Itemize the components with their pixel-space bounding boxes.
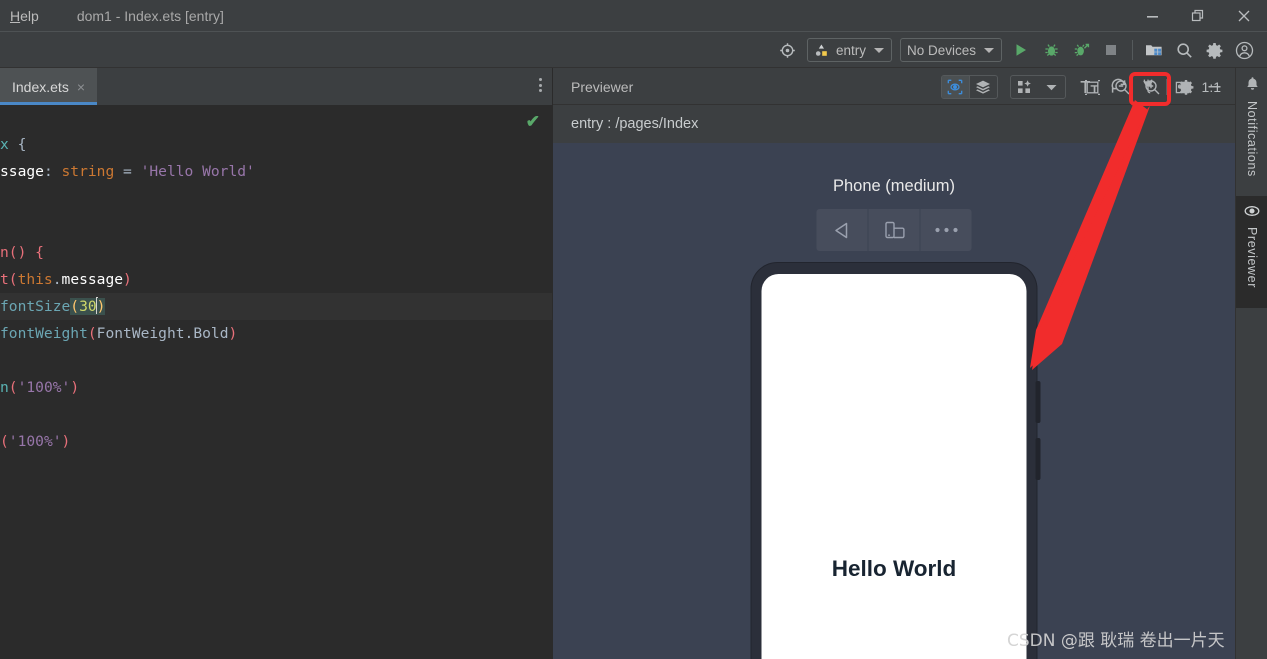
code-line: n() { xyxy=(0,244,44,261)
watermark-text: CSDN @跟 耿瑞 卷出一片天 xyxy=(1007,631,1225,651)
code-line: ('100%') xyxy=(0,433,71,450)
code-line: fontWeight(FontWeight.Bold) xyxy=(0,325,238,342)
sidebar-item-previewer[interactable]: Previewer xyxy=(1236,196,1267,308)
toolbar-divider xyxy=(1132,40,1133,60)
device-controls xyxy=(816,209,972,251)
sidebar-item-notifications[interactable]: Notifications xyxy=(1236,68,1267,196)
editor-tab-bar: Index.ets × xyxy=(0,68,552,105)
component-inspect-icon[interactable] xyxy=(941,76,969,98)
device-screen[interactable]: Hello World xyxy=(761,274,1027,659)
preview-canvas: Phone (medium) Hello World xyxy=(553,143,1235,659)
menu-bar: Help xyxy=(0,0,49,32)
restore-icon[interactable] xyxy=(1175,0,1221,32)
device-frame: Hello World xyxy=(751,263,1041,659)
rotate-device-icon[interactable] xyxy=(868,209,920,251)
eye-icon xyxy=(1244,204,1260,222)
minimize-icon[interactable] xyxy=(1129,0,1175,32)
zoom-out-icon[interactable] xyxy=(1108,74,1138,100)
preview-hello-text: Hello World xyxy=(831,556,957,581)
preview-path-label: entry : /pages/Index xyxy=(571,116,699,132)
window-title: dom1 - Index.ets [entry] xyxy=(76,8,224,24)
previewer-title: Previewer xyxy=(571,78,634,95)
chevron-down-icon xyxy=(984,47,994,53)
grid-layout-group xyxy=(1009,75,1066,99)
run-button[interactable] xyxy=(1006,36,1036,64)
tab-label: Index.ets xyxy=(12,78,69,95)
device-label: Phone (medium) xyxy=(833,177,955,195)
attach-debugger-button[interactable] xyxy=(1066,36,1096,64)
fit-to-frame-icon[interactable] xyxy=(1078,74,1108,100)
inspect-mode-group xyxy=(940,75,998,99)
zoom-in-icon[interactable] xyxy=(1138,74,1168,100)
run-config-label: entry xyxy=(835,42,866,58)
editor-pane: Index.ets × ✔ x { ssage: string = 'Hello… xyxy=(0,68,552,659)
device-side-button xyxy=(1035,381,1041,423)
actual-size-icon[interactable] xyxy=(1168,74,1198,100)
grid-layout-icon[interactable] xyxy=(1011,76,1038,98)
run-configuration-selector[interactable]: entry xyxy=(806,38,892,62)
previewer-subbar: entry : /pages/Index xyxy=(553,105,1235,143)
code-editor[interactable]: ✔ x { ssage: string = 'Hello World' n() … xyxy=(0,105,552,659)
sidebar-item-label: Previewer xyxy=(1245,227,1259,288)
gear-icon[interactable] xyxy=(1199,36,1229,64)
grid-dropdown-caret[interactable] xyxy=(1038,76,1065,98)
right-tool-sidebar: Notifications Previewer xyxy=(1235,68,1267,659)
debug-button[interactable] xyxy=(1036,36,1066,64)
device-selector[interactable]: No Devices xyxy=(899,38,1002,62)
back-button[interactable] xyxy=(816,209,868,251)
device-selector-label: No Devices xyxy=(906,42,976,58)
search-icon[interactable] xyxy=(1169,36,1199,64)
tab-index-ets[interactable]: Index.ets × xyxy=(0,68,98,105)
module-icon xyxy=(815,44,827,56)
code-line: n('100%') xyxy=(0,379,80,396)
code-line: t(this.message) xyxy=(0,271,132,288)
stop-button[interactable] xyxy=(1096,36,1126,64)
zoom-ratio-label: 1:1 xyxy=(1201,79,1221,95)
chevron-down-icon xyxy=(873,47,884,53)
code-line-current: fontSize(30) xyxy=(0,293,552,320)
title-bar: Help dom1 - Index.ets [entry] xyxy=(0,0,1267,32)
target-icon[interactable] xyxy=(773,36,803,64)
code-line: ssage: string = 'Hello World' xyxy=(0,163,255,180)
previewer-view-controls: 1:1 xyxy=(940,68,1221,106)
previewer-panel: Previewer entry: /pages/Index 1:1 Phone… xyxy=(553,68,1235,659)
close-icon[interactable]: × xyxy=(77,80,85,94)
bell-icon xyxy=(1245,76,1260,96)
device-manager-icon[interactable] xyxy=(1139,36,1169,64)
code-line: x { xyxy=(0,136,27,153)
sidebar-item-label: Notifications xyxy=(1245,101,1259,177)
menu-item-help[interactable]: Help xyxy=(0,4,49,28)
layers-icon[interactable] xyxy=(970,76,997,98)
window-controls xyxy=(1129,0,1267,32)
editor-options-icon[interactable] xyxy=(539,78,542,92)
code-content: x { ssage: string = 'Hello World' n() { … xyxy=(0,131,552,455)
ellipsis-icon[interactable] xyxy=(920,209,972,251)
close-icon[interactable] xyxy=(1221,0,1267,32)
main-toolbar: entry No Devices xyxy=(0,32,1267,68)
account-icon[interactable] xyxy=(1229,36,1259,64)
inspection-status-icon[interactable]: ✔ xyxy=(526,113,540,130)
device-side-button xyxy=(1035,438,1041,480)
